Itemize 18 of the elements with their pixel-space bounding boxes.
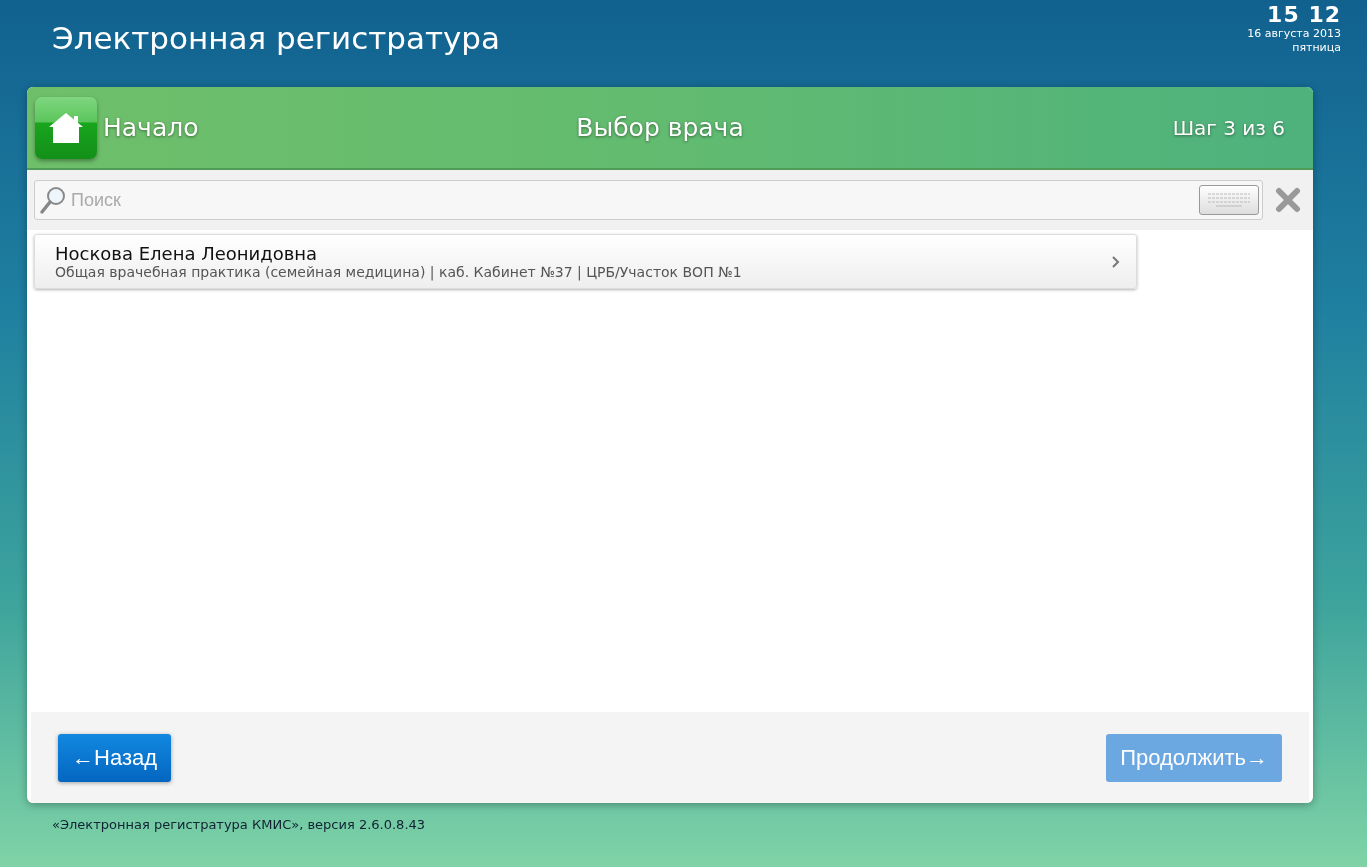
search-field[interactable]: Поиск [34,180,1263,220]
doctor-name: Носкова Елена Леонидовна [55,243,319,264]
clear-button[interactable] [1275,187,1301,213]
chevron-icon [1112,255,1120,268]
version-text: «Электронная регистратура КМИС», версия 2.6.0.8.43 [52,817,427,832]
close-icon [1275,187,1301,213]
doctor-item[interactable]: Носкова Елена Леонидовна Общая врачебная практика (семейная медицина) | каб. Кабинет №37 | ЦРБ/Участок ВОП №1 [34,234,1137,289]
step-indicator: Шаг 3 из 6 [1172,115,1285,140]
home-icon [35,96,97,159]
keyboard-icon[interactable] [1199,185,1259,215]
doctor-details: Общая врачебная практика (семейная медицина) | каб. Кабинет №37 | ЦРБ/Участок ВОП №1 [55,264,743,280]
app-title: Электронная регистратура [52,20,501,56]
clock-date: 16 августа 2013 [1247,27,1341,41]
page-title: Выбор врача [576,113,744,142]
back-button[interactable]: ←Назад [58,733,172,782]
search-icon [39,185,67,215]
clock-time: 15 12 [1267,3,1341,27]
clock-weekday: пятница [1292,41,1341,55]
